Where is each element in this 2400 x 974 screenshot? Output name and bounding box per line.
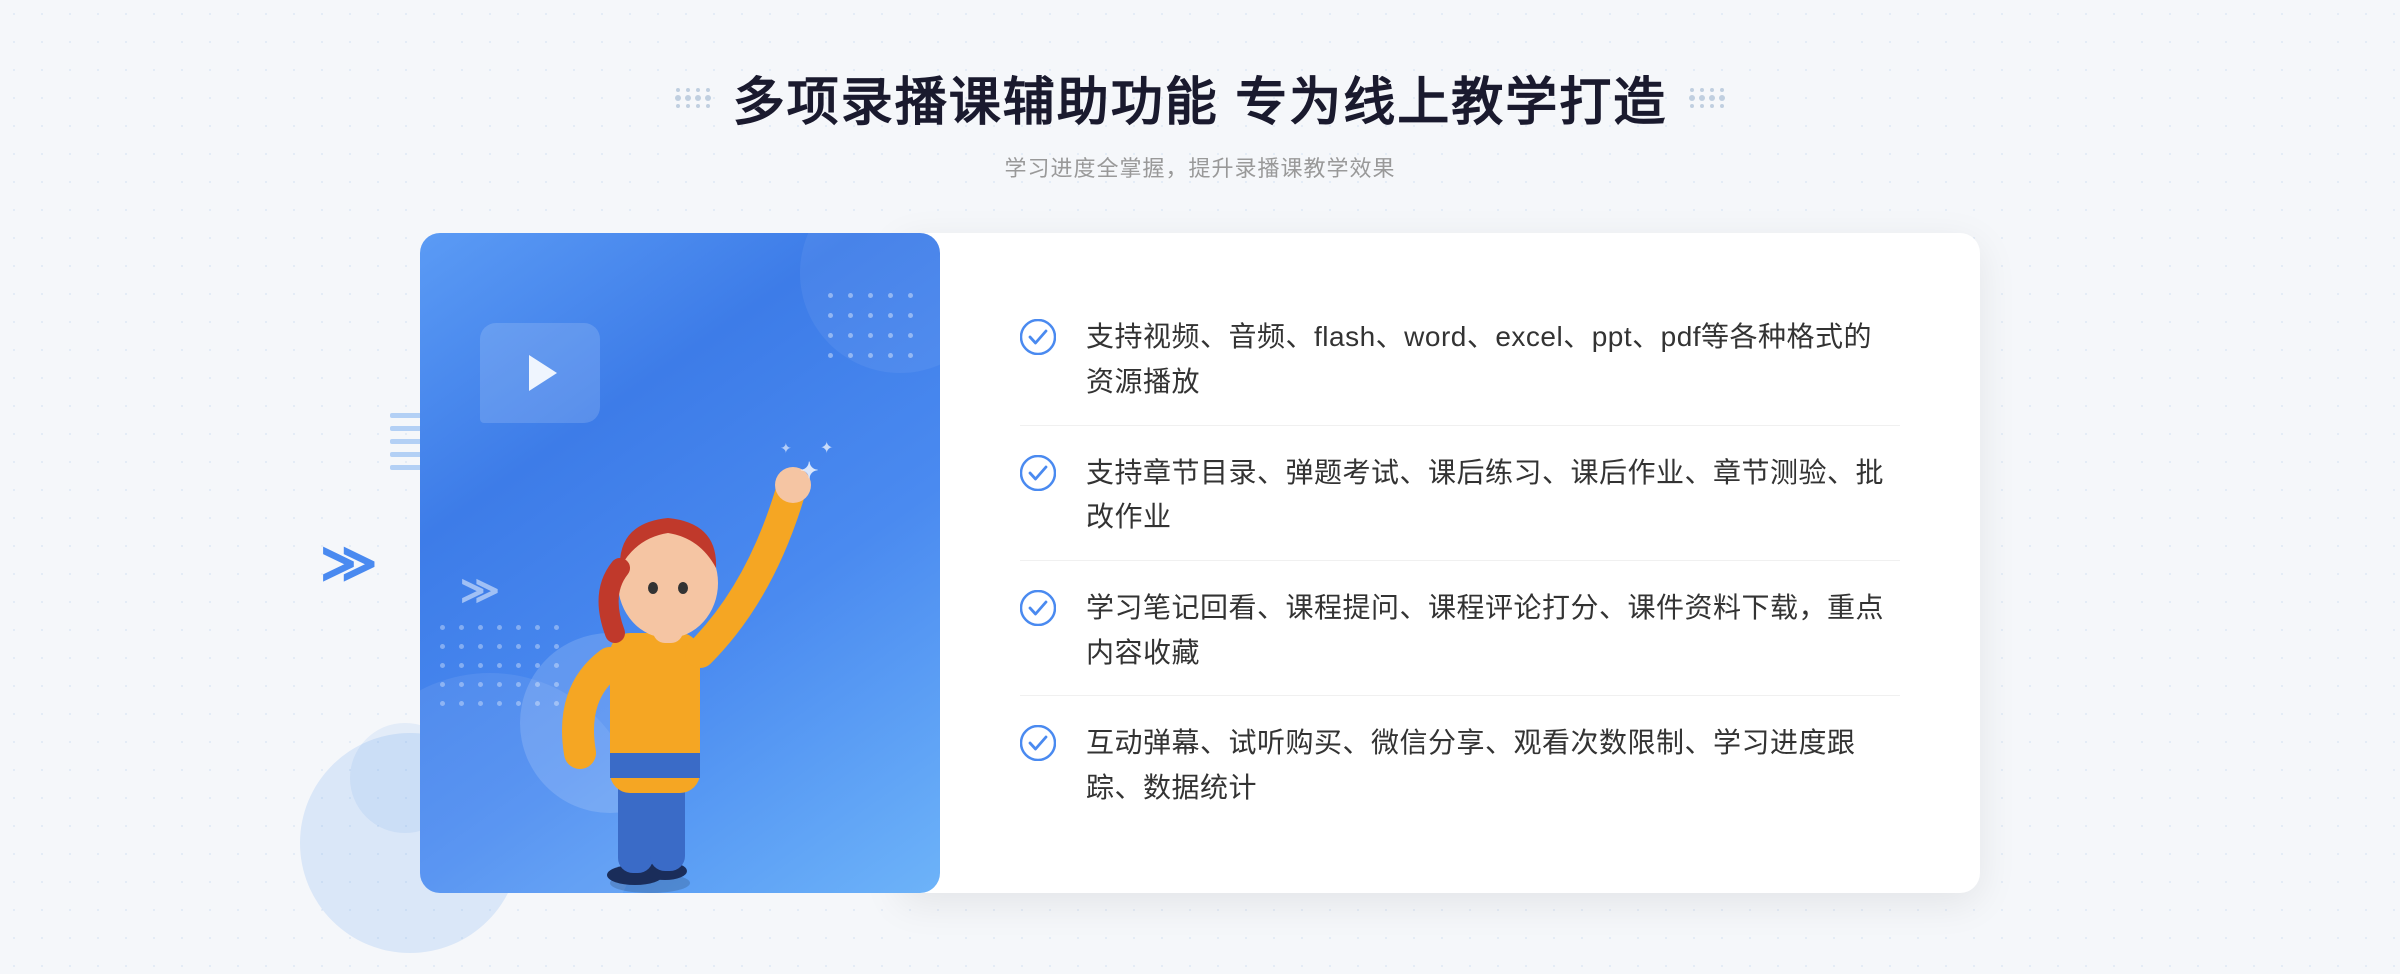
feature-text-2: 支持章节目录、弹题考试、课后练习、课后作业、章节测验、批改作业 [1086,451,1900,541]
check-icon-1 [1020,319,1056,355]
header-section: 多项录播课辅助功能 专为线上教学打造 [673,60,1727,183]
feature-item-2: 支持章节目录、弹题考试、课后练习、课后作业、章节测验、批改作业 [1020,431,1900,562]
illustration-card: ≫ [420,233,940,893]
feature-text-3: 学习笔记回看、课程提问、课程评论打分、课件资料下载，重点内容收藏 [1086,586,1900,676]
character-illustration: ✦ ✦ ✦ [490,353,870,893]
check-icon-2 [1020,455,1056,491]
right-decorator-dots [1687,88,1727,108]
svg-text:✦: ✦ [820,440,833,457]
main-title: 多项录播课辅助功能 专为线上教学打造 [733,60,1667,135]
feature-item-3: 学习笔记回看、课程提问、课程评论打分、课件资料下载，重点内容收藏 [1020,566,1900,697]
page-container: 多项录播课辅助功能 专为线上教学打造 [0,0,2400,974]
feature-text-4: 互动弹幕、试听购买、微信分享、观看次数限制、学习进度跟踪、数据统计 [1086,721,1900,811]
header-decorators: 多项录播课辅助功能 专为线上教学打造 [673,60,1727,135]
feature-item-4: 互动弹幕、试听购买、微信分享、观看次数限制、学习进度跟踪、数据统计 [1020,701,1900,831]
svg-text:✦: ✦ [780,440,792,456]
subtitle: 学习进度全掌握，提升录播课教学效果 [673,151,1727,183]
feature-text-1: 支持视频、音频、flash、word、excel、ppt、pdf等各种格式的资源… [1086,315,1900,405]
svg-text:✦: ✦ [800,458,818,483]
content-panel: 支持视频、音频、flash、word、excel、ppt、pdf等各种格式的资源… [900,233,1980,893]
content-area: ≫ [420,233,1980,893]
feature-item-1: 支持视频、音频、flash、word、excel、ppt、pdf等各种格式的资源… [1020,295,1900,426]
check-icon-3 [1020,590,1056,626]
left-decorator-dots [673,88,713,108]
left-chevron-icon: ≫ [320,536,378,591]
check-icon-4 [1020,725,1056,761]
dot-matrix-top [828,293,920,365]
